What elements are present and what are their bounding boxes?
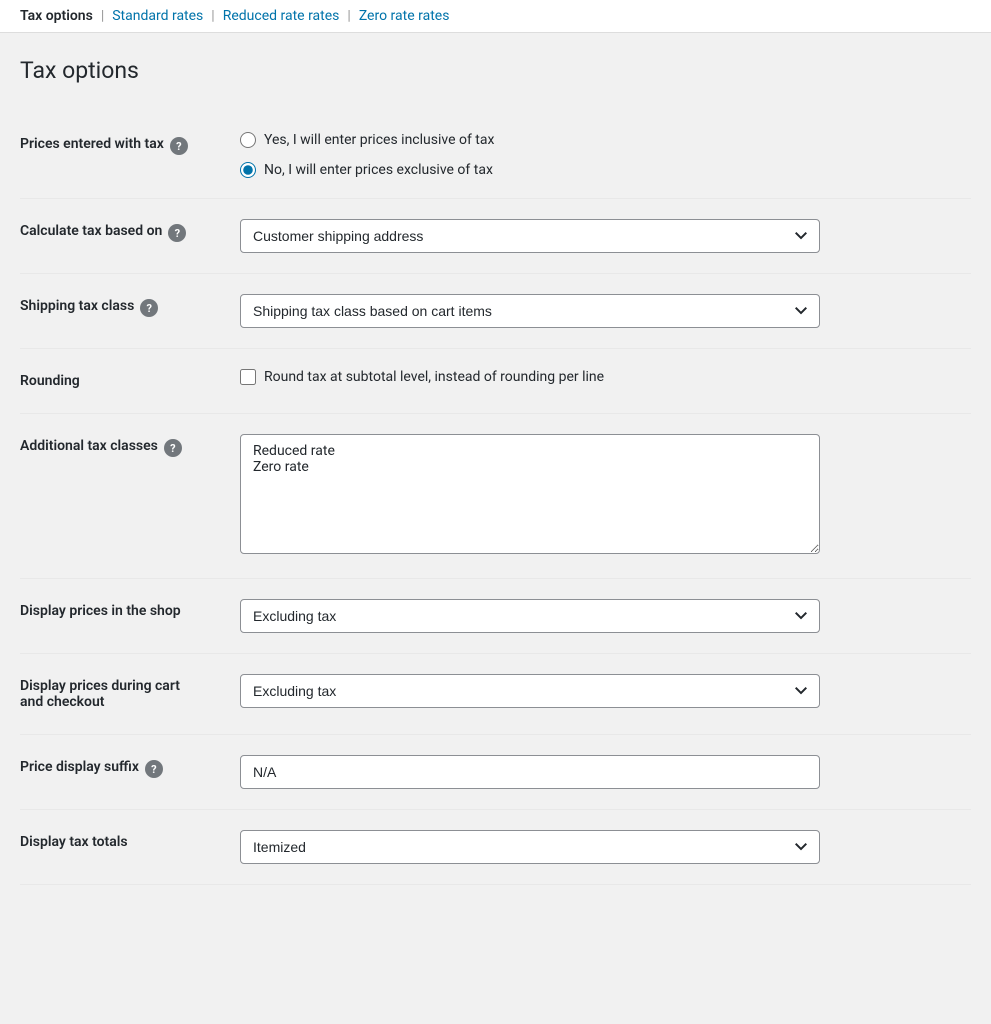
label-display-tax-totals: Display tax totals: [20, 810, 240, 885]
row-rounding: Rounding Round tax at subtotal level, in…: [20, 349, 971, 414]
label-display-prices-cart: Display prices during cartand checkout: [20, 654, 240, 735]
row-prices-entered-with-tax: Prices entered with tax ? Yes, I will en…: [20, 112, 971, 199]
nav-sep-1: |: [101, 8, 104, 24]
top-nav: Tax options | Standard rates | Reduced r…: [0, 0, 991, 33]
radio-inclusive-input[interactable]: [240, 132, 256, 148]
label-prices-entered-with-tax: Prices entered with tax ?: [20, 112, 240, 199]
select-shipping-tax-class[interactable]: Shipping tax class based on cart items S…: [240, 294, 820, 328]
radio-exclusive-input[interactable]: [240, 162, 256, 178]
help-icon-price-suffix[interactable]: ?: [145, 760, 163, 778]
radio-exclusive[interactable]: No, I will enter prices exclusive of tax: [240, 162, 971, 178]
nav-link-standard-rates[interactable]: Standard rates: [112, 8, 203, 24]
td-rounding: Round tax at subtotal level, instead of …: [240, 349, 971, 414]
nav-link-zero-rate[interactable]: Zero rate rates: [359, 8, 450, 24]
content-area: Tax options Prices entered with tax ? Ye…: [0, 33, 991, 909]
textarea-additional-tax-classes[interactable]: Reduced rate Zero rate: [240, 434, 820, 554]
label-calculate-tax-based-on: Calculate tax based on ?: [20, 199, 240, 274]
help-icon-shipping-tax[interactable]: ?: [140, 299, 158, 317]
label-display-prices-shop: Display prices in the shop: [20, 579, 240, 654]
checkbox-rounding-input[interactable]: [240, 369, 256, 385]
help-icon-additional-tax[interactable]: ?: [164, 439, 182, 457]
help-icon-prices-entered[interactable]: ?: [170, 137, 188, 155]
page-wrapper: Tax options | Standard rates | Reduced r…: [0, 0, 991, 1024]
select-calculate-tax-based-on[interactable]: Customer shipping address Customer billi…: [240, 219, 820, 253]
nav-sep-3: |: [347, 8, 350, 24]
radio-group-prices-with-tax: Yes, I will enter prices inclusive of ta…: [240, 132, 971, 178]
td-display-prices-shop: Excluding tax Including tax: [240, 579, 971, 654]
td-shipping-tax-class: Shipping tax class based on cart items S…: [240, 274, 971, 349]
help-icon-calculate-tax[interactable]: ?: [168, 224, 186, 242]
input-price-display-suffix[interactable]: [240, 755, 820, 789]
page-title: Tax options: [20, 57, 971, 84]
row-price-display-suffix: Price display suffix ?: [20, 735, 971, 810]
nav-link-reduced-rate[interactable]: Reduced rate rates: [223, 8, 340, 24]
select-display-prices-shop[interactable]: Excluding tax Including tax: [240, 599, 820, 633]
checkbox-rounding-label[interactable]: Round tax at subtotal level, instead of …: [240, 369, 971, 385]
radio-inclusive[interactable]: Yes, I will enter prices inclusive of ta…: [240, 132, 971, 148]
form-table: Prices entered with tax ? Yes, I will en…: [20, 112, 971, 885]
td-calculate-tax-based-on: Customer shipping address Customer billi…: [240, 199, 971, 274]
select-display-prices-cart[interactable]: Excluding tax Including tax: [240, 674, 820, 708]
nav-current: Tax options: [20, 8, 93, 24]
nav-sep-2: |: [211, 8, 214, 24]
td-display-tax-totals: Itemized As a single total: [240, 810, 971, 885]
row-display-prices-cart: Display prices during cartand checkout E…: [20, 654, 971, 735]
label-additional-tax-classes: Additional tax classes ?: [20, 414, 240, 579]
select-display-tax-totals[interactable]: Itemized As a single total: [240, 830, 820, 864]
td-display-prices-cart: Excluding tax Including tax: [240, 654, 971, 735]
td-additional-tax-classes: Reduced rate Zero rate: [240, 414, 971, 579]
row-display-tax-totals: Display tax totals Itemized As a single …: [20, 810, 971, 885]
td-price-display-suffix: [240, 735, 971, 810]
row-calculate-tax-based-on: Calculate tax based on ? Customer shippi…: [20, 199, 971, 274]
td-prices-entered-with-tax: Yes, I will enter prices inclusive of ta…: [240, 112, 971, 199]
label-rounding: Rounding: [20, 349, 240, 414]
row-display-prices-shop: Display prices in the shop Excluding tax…: [20, 579, 971, 654]
row-additional-tax-classes: Additional tax classes ? Reduced rate Ze…: [20, 414, 971, 579]
label-price-display-suffix: Price display suffix ?: [20, 735, 240, 810]
row-shipping-tax-class: Shipping tax class ? Shipping tax class …: [20, 274, 971, 349]
label-shipping-tax-class: Shipping tax class ?: [20, 274, 240, 349]
